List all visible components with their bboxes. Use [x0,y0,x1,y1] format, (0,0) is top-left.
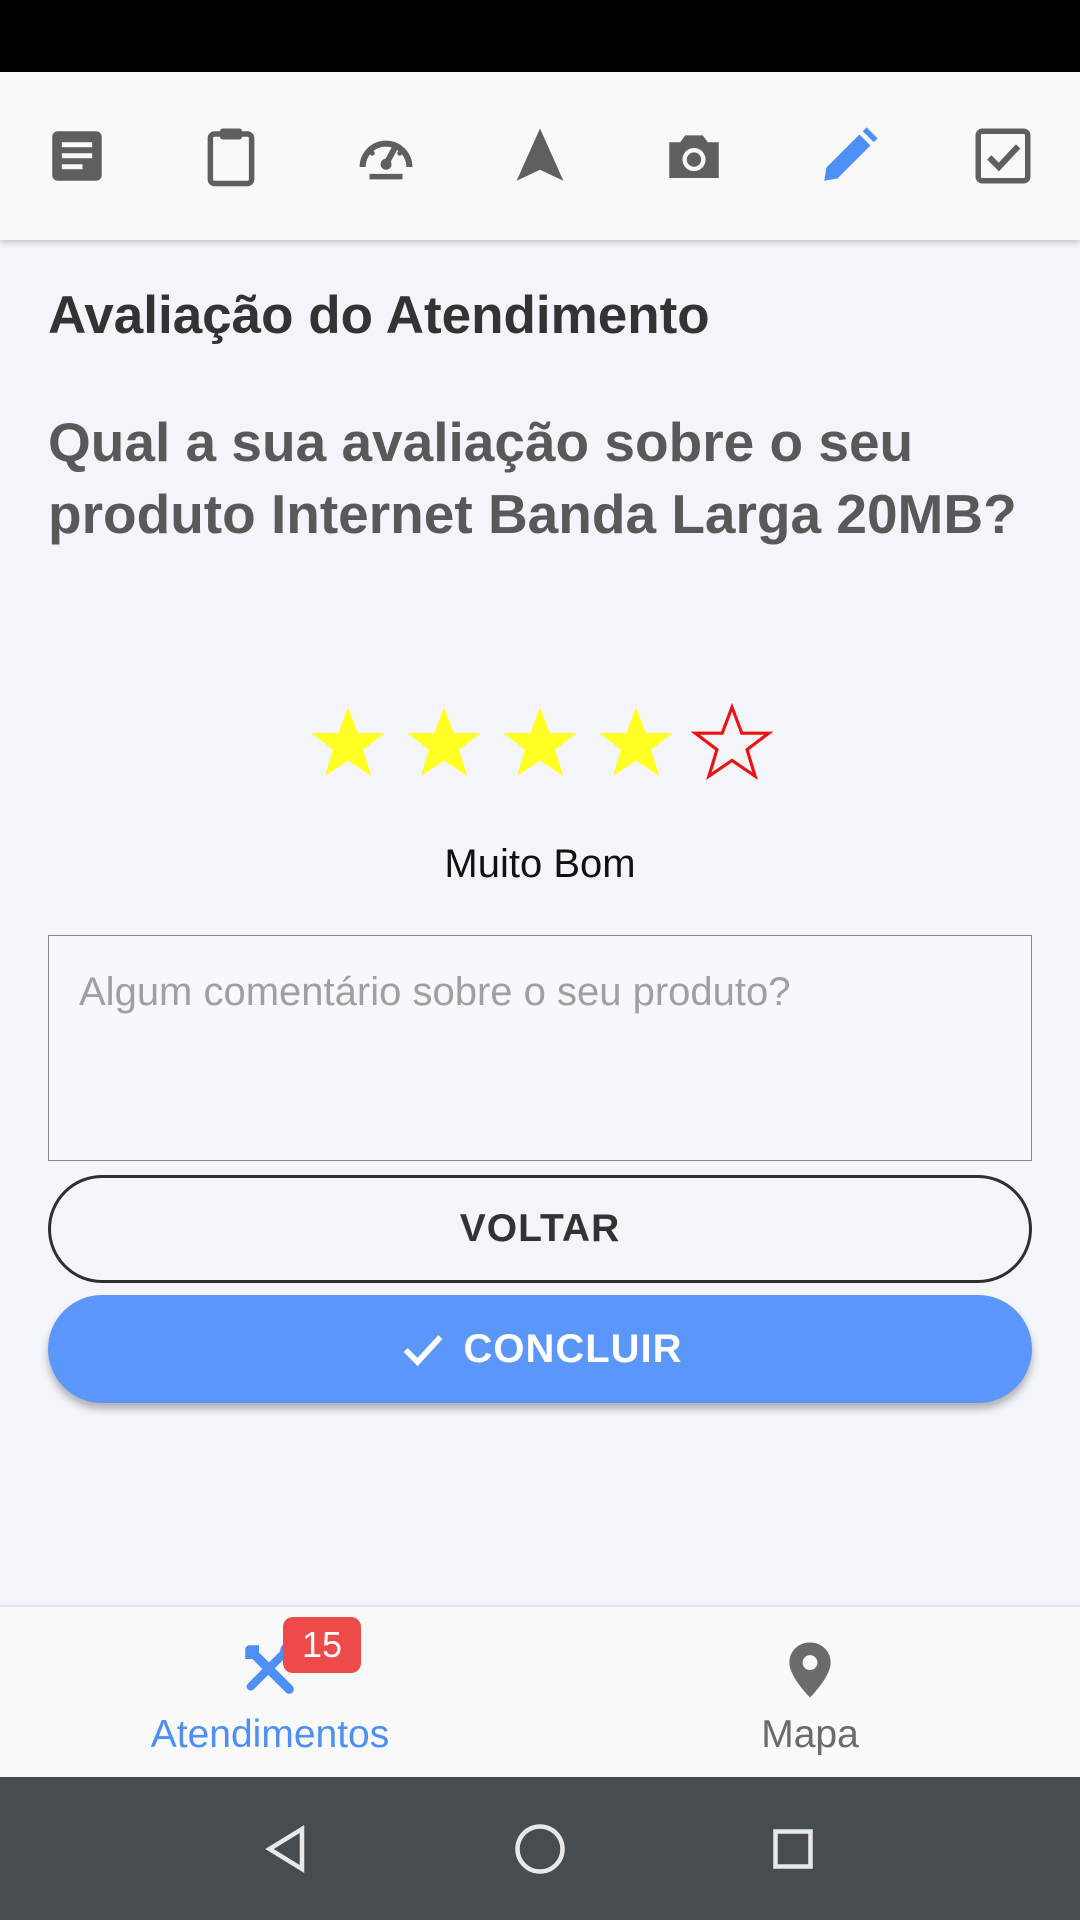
nav-label-mapa: Mapa [761,1713,859,1756]
recents-square-icon[interactable] [758,1814,828,1884]
star-filled-icon[interactable] [498,702,582,786]
step-toolbar [0,72,1080,240]
page-title: Avaliação do Atendimento [48,286,710,345]
nav-atendimentos[interactable]: Atendimentos 15 [0,1607,540,1777]
star-rating [48,702,1032,786]
star-filled-icon[interactable] [594,702,678,786]
back-triangle-icon[interactable] [252,1814,322,1884]
check-icon [404,1335,443,1367]
star-filled-icon[interactable] [402,702,486,786]
rating-label: Muito Bom [444,842,636,886]
notification-badge: 15 [283,1617,361,1673]
back-button[interactable]: VOLTAR [48,1175,1032,1283]
document-icon[interactable] [42,121,112,191]
checkbox-icon[interactable] [968,121,1038,191]
map-pin-icon [789,1642,831,1698]
comment-input[interactable] [48,935,1032,1161]
camera-icon[interactable] [659,121,729,191]
star-empty-icon[interactable] [690,702,774,786]
speedometer-icon[interactable] [351,121,421,191]
clipboard-icon[interactable] [196,121,266,191]
done-button[interactable]: CONCLUIR [48,1295,1032,1403]
status-bar [0,0,1080,72]
system-navigation-bar [0,1777,1080,1920]
bottom-navigation: Atendimentos 15 Mapa [0,1605,1080,1777]
done-button-label: CONCLUIR [463,1326,683,1371]
evaluation-panel: Avaliação do Atendimento Qual a sua aval… [48,240,1032,1403]
nav-mapa[interactable]: Mapa [540,1607,1080,1777]
pencil-icon[interactable] [814,121,884,191]
navigation-icon[interactable] [505,121,575,191]
star-filled-icon[interactable] [306,702,390,786]
home-circle-icon[interactable] [505,1814,575,1884]
nav-label-atendimentos: Atendimentos [150,1713,390,1756]
back-button-label: VOLTAR [459,1207,621,1250]
rating-question: Qual a sua avaliação sobre o seu produto… [48,411,1017,545]
